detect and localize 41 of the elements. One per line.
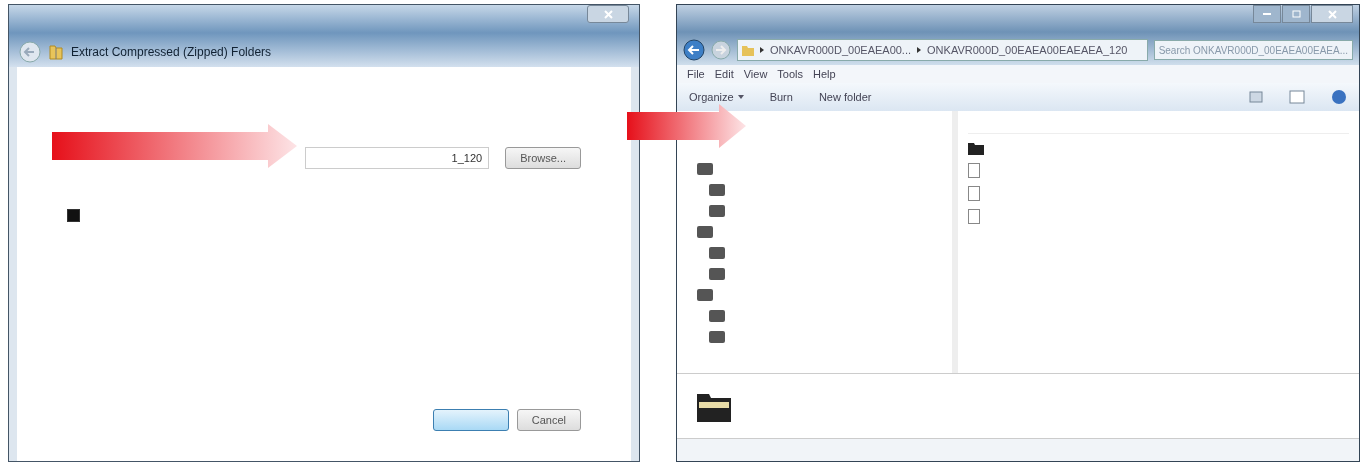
destination-field[interactable]: 1_120 xyxy=(305,147,490,169)
nav-item-icon[interactable] xyxy=(709,247,725,259)
folder-icon[interactable] xyxy=(968,142,984,155)
file-icon[interactable] xyxy=(968,163,980,178)
nav-item-icon[interactable] xyxy=(709,268,725,280)
menu-item[interactable]: Help xyxy=(813,68,836,80)
breadcrumb-chevron-icon xyxy=(917,47,922,53)
nav-item-icon[interactable] xyxy=(709,184,725,196)
toolbar-button[interactable]: New folder xyxy=(818,91,872,103)
default-button[interactable] xyxy=(432,409,509,431)
breadcrumb[interactable]: ONKAVR000D_00EAEA00... xyxy=(770,44,912,56)
nav-item-icon[interactable] xyxy=(697,226,713,238)
zipped-folder-icon xyxy=(49,44,63,60)
close-icon[interactable] xyxy=(587,5,629,23)
view-options-icon[interactable] xyxy=(1249,91,1263,103)
file-icon[interactable] xyxy=(968,186,980,201)
nav-item-icon[interactable] xyxy=(709,205,725,217)
address-bar[interactable]: ONKAVR000D_00EAEA00... ONKAVR000D_00EAEA00EAEAEA_120 xyxy=(737,39,1148,61)
breadcrumb[interactable]: ONKAVR000D_00EAEA00EAEAEA_120 xyxy=(927,44,1128,56)
help-icon[interactable] xyxy=(1331,89,1347,105)
menu-item[interactable]: Tools xyxy=(777,68,804,80)
nav-item-icon[interactable] xyxy=(709,310,725,322)
browse-button[interactable]: Browse... xyxy=(505,147,581,169)
file-icon[interactable] xyxy=(968,209,980,224)
minimize-icon[interactable] xyxy=(1253,5,1281,23)
close-icon[interactable] xyxy=(1311,5,1353,23)
menu-item[interactable]: File xyxy=(687,68,705,80)
toolbar-button[interactable]: Burn xyxy=(769,91,793,103)
menu-item[interactable]: View xyxy=(743,68,768,80)
nav-item-icon[interactable] xyxy=(697,289,713,301)
checkbox[interactable] xyxy=(67,209,80,222)
menu-item[interactable]: Edit xyxy=(714,68,734,80)
nav-item-icon[interactable] xyxy=(697,163,713,175)
nav-item-icon[interactable] xyxy=(709,331,725,343)
maximize-icon[interactable] xyxy=(1282,5,1310,23)
window-title: Extract Compressed (Zipped) Folders xyxy=(71,45,272,59)
toolbar-button[interactable]: Organize xyxy=(689,91,734,103)
breadcrumb-chevron-icon xyxy=(760,47,764,53)
folder-icon xyxy=(742,44,754,56)
preview-pane-icon[interactable] xyxy=(1289,90,1305,104)
cancel-button[interactable]: Cancel xyxy=(516,409,581,431)
